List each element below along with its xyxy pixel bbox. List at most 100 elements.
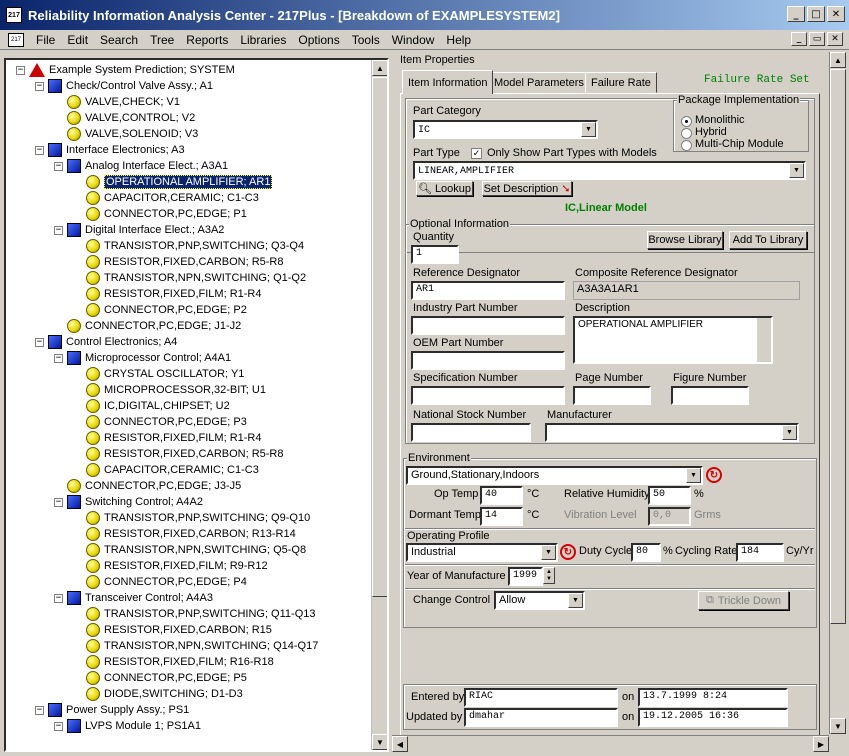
- refresh-environment-icon[interactable]: ↻: [706, 467, 722, 483]
- updated-on-field[interactable]: 19.12.2005 16:36: [638, 708, 788, 727]
- menu-tree[interactable]: Tree: [144, 33, 180, 47]
- updated-by-field[interactable]: dmahar: [464, 708, 618, 727]
- tree-node[interactable]: RESISTOR,FIXED,CARBON; R5-R8: [73, 254, 284, 270]
- tree-node[interactable]: TRANSISTOR,NPN,SWITCHING; Q14-Q17: [73, 638, 318, 654]
- close-button[interactable]: ✕: [827, 6, 845, 22]
- tree-scrollbar[interactable]: ▲ ▼: [371, 60, 387, 750]
- tab-item-information[interactable]: Item Information: [402, 70, 494, 94]
- expand-toggle-icon[interactable]: −: [16, 65, 25, 75]
- tree-node[interactable]: TRANSISTOR,PNP,SWITCHING; Q3-Q4: [73, 238, 304, 254]
- chevron-down-icon[interactable]: ▼: [789, 163, 804, 178]
- tree-node[interactable]: − Check/Control Valve Assy.; A1: [35, 78, 213, 94]
- tree-node[interactable]: TRANSISTOR,PNP,SWITCHING; Q11-Q13: [73, 606, 316, 622]
- scroll-up-icon[interactable]: ▲: [372, 60, 387, 76]
- scroll-down-icon[interactable]: ▼: [830, 718, 846, 734]
- expand-toggle-icon[interactable]: −: [54, 161, 63, 171]
- tree-node[interactable]: RESISTOR,FIXED,FILM; R1-R4: [73, 286, 262, 302]
- maximize-button[interactable]: □: [807, 6, 825, 22]
- panel-hscrollbar[interactable]: ◀ ▶: [392, 735, 829, 752]
- tree-node[interactable]: RESISTOR,FIXED,CARBON; R13-R14: [73, 526, 296, 542]
- chevron-down-icon[interactable]: ▼: [581, 122, 596, 137]
- app-icon[interactable]: 217: [6, 7, 22, 23]
- page-field[interactable]: [573, 386, 651, 405]
- tree-node[interactable]: RESISTOR,FIXED,CARBON; R15: [73, 622, 272, 638]
- tree-node[interactable]: − Transceiver Control; A4A3: [54, 590, 213, 606]
- nsn-field[interactable]: [411, 423, 531, 442]
- figure-field[interactable]: [671, 386, 749, 405]
- tree-node[interactable]: DIODE,SWITCHING; D1-D3: [73, 686, 243, 702]
- duty-field[interactable]: 80: [631, 543, 661, 562]
- tree-node[interactable]: CAPACITOR,CERAMIC; C1-C3: [73, 190, 259, 206]
- expand-toggle-icon[interactable]: −: [35, 81, 44, 91]
- add-to-library-button[interactable]: Add To Library: [729, 231, 807, 249]
- tree-node[interactable]: − LVPS Module 1; PS1A1: [54, 718, 201, 734]
- tree-node[interactable]: − Analog Interface Elect.; A3A1: [54, 158, 228, 174]
- radio-hybrid[interactable]: [681, 128, 692, 139]
- minimize-button[interactable]: _: [787, 6, 805, 22]
- year-field[interactable]: 1999: [508, 567, 543, 586]
- tab-model-parameters[interactable]: Model Parameters: [488, 72, 590, 93]
- tree-node[interactable]: − Switching Control; A4A2: [54, 494, 203, 510]
- lookup-button[interactable]: 🔍︎ Lookup: [416, 181, 473, 196]
- menu-search[interactable]: Search: [94, 33, 144, 47]
- menu-tools[interactable]: Tools: [346, 33, 386, 47]
- trickle-down-button[interactable]: ⧉ Trickle Down: [698, 591, 789, 610]
- expand-toggle-icon[interactable]: −: [54, 497, 63, 507]
- year-spinner[interactable]: ▲ ▼: [543, 567, 555, 584]
- browse-library-button[interactable]: Browse Library: [647, 231, 723, 249]
- quantity-field[interactable]: 1: [411, 245, 459, 264]
- tree-node[interactable]: − Control Electronics; A4: [35, 334, 177, 350]
- expand-toggle-icon[interactable]: −: [35, 145, 44, 155]
- menu-edit[interactable]: Edit: [61, 33, 94, 47]
- tree-node[interactable]: TRANSISTOR,NPN,SWITCHING; Q1-Q2: [73, 270, 306, 286]
- tree-node[interactable]: TRANSISTOR,PNP,SWITCHING; Q9-Q10: [73, 510, 310, 526]
- scroll-thumb[interactable]: [372, 77, 387, 597]
- manufacturer-select[interactable]: ▼: [545, 423, 799, 442]
- spec-field[interactable]: [411, 386, 565, 405]
- scroll-up-icon[interactable]: ▲: [830, 52, 846, 68]
- menu-reports[interactable]: Reports: [180, 33, 234, 47]
- set-description-button[interactable]: Set Description ➘: [482, 181, 572, 196]
- tree-node[interactable]: CONNECTOR,PC,EDGE; P2: [73, 302, 247, 318]
- tree-node[interactable]: − Digital Interface Elect.; A3A2: [54, 222, 224, 238]
- description-field[interactable]: OPERATIONAL AMPLIFIER: [573, 316, 773, 364]
- dtemp-field[interactable]: 14: [480, 507, 523, 526]
- expand-toggle-icon[interactable]: −: [35, 705, 44, 715]
- tree-node[interactable]: VALVE,SOLENOID; V3: [54, 126, 198, 142]
- tree-node[interactable]: CRYSTAL OSCILLATOR; Y1: [73, 366, 244, 382]
- menu-window[interactable]: Window: [386, 33, 441, 47]
- tree-node[interactable]: CONNECTOR,PC,EDGE; P3: [73, 414, 247, 430]
- entered-by-field[interactable]: RIAC: [464, 688, 618, 707]
- cycling-field[interactable]: 184: [736, 543, 784, 562]
- tree-node[interactable]: RESISTOR,FIXED,FILM; R1-R4: [73, 430, 262, 446]
- scroll-left-icon[interactable]: ◀: [392, 736, 408, 752]
- tree-node[interactable]: − Power Supply Assy.; PS1: [35, 702, 189, 718]
- mdi-minimize-button[interactable]: _: [791, 32, 807, 46]
- spin-down-icon[interactable]: ▼: [546, 576, 552, 583]
- refdes-field[interactable]: AR1: [411, 281, 565, 300]
- tree-node[interactable]: OPERATIONAL AMPLIFIER; AR1: [73, 174, 273, 190]
- chevron-down-icon[interactable]: ▼: [782, 425, 797, 440]
- tree-node[interactable]: CONNECTOR,PC,EDGE; J3-J5: [54, 478, 241, 494]
- expand-toggle-icon[interactable]: −: [54, 225, 63, 235]
- tree-node[interactable]: TRANSISTOR,NPN,SWITCHING; Q5-Q8: [73, 542, 306, 558]
- expand-toggle-icon[interactable]: −: [54, 593, 63, 603]
- environment-select[interactable]: Ground,Stationary,Indoors ▼: [406, 466, 703, 485]
- mdi-restore-button[interactable]: ▭: [809, 32, 825, 46]
- tree-node[interactable]: CONNECTOR,PC,EDGE; P1: [73, 206, 247, 222]
- tree-node[interactable]: MICROPROCESSOR,32-BIT; U1: [73, 382, 266, 398]
- tree-node[interactable]: CONNECTOR,PC,EDGE; P5: [73, 670, 247, 686]
- tree-node[interactable]: VALVE,CHECK; V1: [54, 94, 180, 110]
- scroll-thumb[interactable]: [830, 69, 846, 624]
- only-show-checkbox[interactable]: ✓: [471, 148, 482, 159]
- tree-node[interactable]: RESISTOR,FIXED,FILM; R16-R18: [73, 654, 274, 670]
- menu-file[interactable]: File: [30, 33, 61, 47]
- radio-monolithic[interactable]: [681, 116, 692, 127]
- change-control-select[interactable]: Allow ▼: [494, 591, 585, 610]
- scroll-down-icon[interactable]: ▼: [372, 734, 387, 750]
- tree-node[interactable]: − Microprocessor Control; A4A1: [54, 350, 231, 366]
- refresh-profile-icon[interactable]: ↻: [560, 544, 576, 560]
- panel-scrollbar[interactable]: ▲ ▼: [829, 52, 846, 734]
- mdi-close-button[interactable]: ✕: [827, 32, 843, 46]
- scroll-right-icon[interactable]: ▶: [813, 736, 829, 752]
